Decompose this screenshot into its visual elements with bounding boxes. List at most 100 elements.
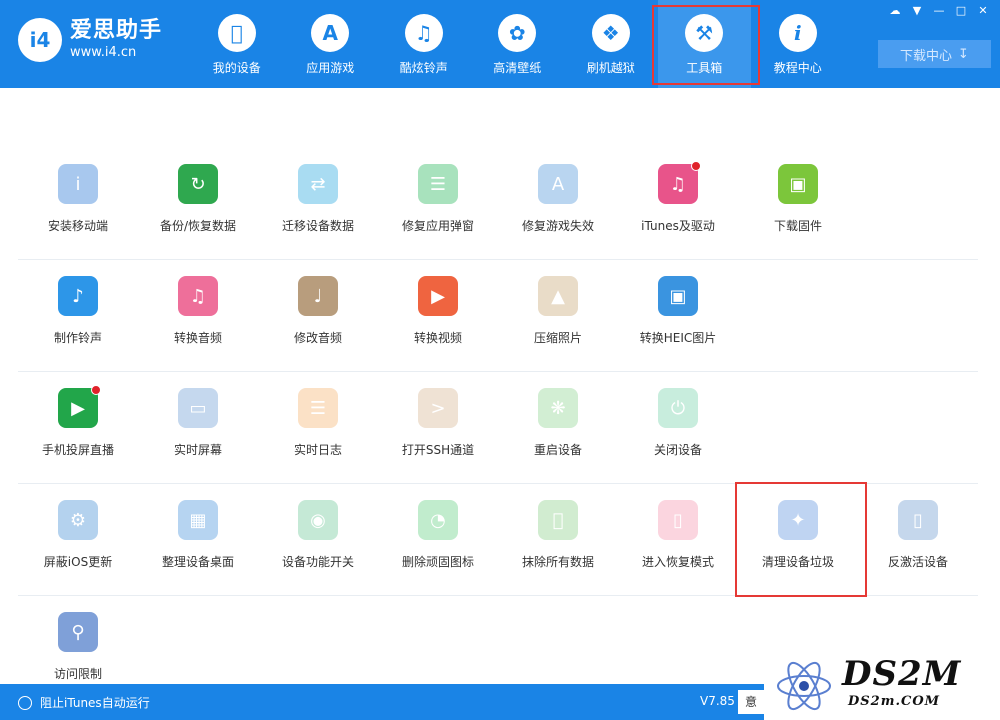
tool-label: 下载固件 [773, 219, 822, 233]
tool-label: 备份/恢复数据 [159, 219, 237, 233]
tool-label: 制作铃声 [53, 331, 102, 345]
skin-icon[interactable]: ☁ [886, 4, 904, 18]
tool-label: 屏蔽iOS更新 [43, 555, 113, 569]
block-itunes-label: 阻止iTunes自动运行 [40, 696, 150, 710]
tool-label: 删除顽固图标 [401, 555, 474, 569]
tool-label: 整理设备桌面 [161, 555, 234, 569]
cast-icon: ▶ [58, 385, 101, 428]
nav-ringtones[interactable]: ♫ 酷炫铃声 [377, 0, 471, 88]
loading-icon: ❋ [538, 388, 578, 428]
nav-label: 我的设备 [212, 61, 261, 75]
logo-mark: i4 [18, 18, 62, 62]
tool-organize-desktop[interactable]: ▦ 整理设备桌面 [138, 484, 258, 595]
tool-label: 转换HEIC图片 [639, 331, 717, 345]
toolbox-content: i 安装移动端 ↻ 备份/恢复数据 ⇄ 迁移设备数据 ☰ 修复应用弹窗 A 修复游戏失效 … [0, 88, 1000, 684]
watermark-sub: DS2m.COM [848, 694, 941, 709]
tool-label: 设备功能开关 [281, 555, 354, 569]
radio-icon [18, 695, 32, 710]
tool-label: iTunes及驱动 [641, 219, 715, 233]
phone-icon: ▯ [658, 500, 698, 540]
new-badge [691, 161, 701, 171]
version-label: V7.85 [700, 694, 735, 708]
tablet-icon: ▯ [898, 500, 938, 540]
tool-screen-cast[interactable]: ▶ 手机投屏直播 [18, 372, 138, 483]
tool-convert-heic[interactable]: ▣ 转换HEIC图片 [618, 260, 738, 371]
app-url: www.i4.cn [70, 45, 137, 60]
tool-convert-audio[interactable]: ♫ 转换音频 [138, 260, 258, 371]
download-center-button[interactable]: 下载中心 ↧ [878, 40, 991, 68]
tool-label: 修改音频 [293, 331, 342, 345]
migrate-icon: ⇄ [298, 164, 338, 204]
maximize-icon[interactable]: □ [952, 4, 970, 18]
nav-label: 应用游戏 [306, 61, 355, 75]
atom-logo-icon [777, 661, 831, 711]
tool-feature-toggle[interactable]: ◉ 设备功能开关 [258, 484, 378, 595]
tool-label: 清理设备垃圾 [761, 555, 834, 569]
nav-wallpapers[interactable]: ✿ 高清壁纸 [471, 0, 565, 88]
app-logo: i4 爱思助手 www.i4.cn [18, 18, 162, 62]
tool-live-screen[interactable]: ▭ 实时屏幕 [138, 372, 258, 483]
tool-live-log[interactable]: ☰ 实时日志 [258, 372, 378, 483]
tool-edit-audio[interactable]: ♩ 修改音频 [258, 260, 378, 371]
nav-label: 教程中心 [773, 61, 822, 75]
tool-row-2: ♪ 制作铃声 ♫ 转换音频 ♩ 修改音频 ▶ 转换视频 ▲ 压缩照片 ▣ 转换HEIC图片 [18, 260, 978, 372]
tool-convert-video[interactable]: ▶ 转换视频 [378, 260, 498, 371]
apple-id-icon: ☰ [418, 164, 458, 204]
image-icon: ▣ [658, 276, 698, 316]
tool-erase-all-data[interactable]:  抹除所有数据 [498, 484, 618, 595]
nav-apps-games[interactable]: A 应用游戏 [284, 0, 378, 88]
nav-my-device[interactable]:  我的设备 [190, 0, 284, 88]
nav-label: 刷机越狱 [586, 61, 635, 75]
download-icon: ↧ [958, 46, 969, 62]
tool-compress-photo[interactable]: ▲ 压缩照片 [498, 260, 618, 371]
tool-label: 转换音频 [173, 331, 222, 345]
tool-row-3: ▶ 手机投屏直播 ▭ 实时屏幕 ☰ 实时日志 > 打开SSH通道 ❋ 重启设备 ⏻ 关闭设备 [18, 372, 978, 484]
app-name: 爱思助手 [70, 18, 163, 43]
tool-shutdown-device[interactable]: ⏻ 关闭设备 [618, 372, 738, 483]
tool-download-firmware[interactable]: ▣ 下载固件 [738, 148, 858, 259]
tool-label: 抹除所有数据 [521, 555, 594, 569]
tool-label: 进入恢复模式 [641, 555, 714, 569]
main-nav:  我的设备 A 应用游戏 ♫ 酷炫铃声 ✿ 高清壁纸 ❖ 刷机越狱 ⚒ 工具箱… [190, 0, 845, 88]
watermark: DS2M DS2m.COM [764, 652, 1000, 720]
tool-install-mobile[interactable]: i 安装移动端 [18, 148, 138, 259]
tool-block-ios-update[interactable]: ⚙ 屏蔽iOS更新 [18, 484, 138, 595]
minimize-icon[interactable]: — [930, 4, 948, 18]
menu-icon[interactable]: ▼ [908, 4, 926, 18]
tool-migrate-data[interactable]: ⇄ 迁移设备数据 [258, 148, 378, 259]
tool-make-ringtone[interactable]: ♪ 制作铃声 [18, 260, 138, 371]
tool-restart-device[interactable]: ❋ 重启设备 [498, 372, 618, 483]
feedback-button[interactable]: 意 [738, 690, 764, 714]
photo-icon: ▲ [538, 276, 578, 316]
nav-tutorials[interactable]: i 教程中心 [751, 0, 845, 88]
block-itunes-toggle[interactable]: 阻止iTunes自动运行 [18, 694, 150, 711]
tool-label: 转换视频 [413, 331, 462, 345]
tools-icon: ⚒ [685, 14, 724, 52]
nav-flash-jailbreak[interactable]: ❖ 刷机越狱 [564, 0, 658, 88]
terminal-icon: > [418, 388, 458, 428]
pie-icon: ◔ [418, 500, 458, 540]
tool-fix-app-popup[interactable]: ☰ 修复应用弹窗 [378, 148, 498, 259]
tool-deactivate-device[interactable]: ▯ 反激活设备 [858, 484, 978, 595]
tool-delete-icons[interactable]: ◔ 删除顽固图标 [378, 484, 498, 595]
grid-icon: ▦ [178, 500, 218, 540]
tool-backup-restore[interactable]: ↻ 备份/恢复数据 [138, 148, 258, 259]
nav-toolbox[interactable]: ⚒ 工具箱 [651, 0, 759, 88]
tool-open-ssh[interactable]: > 打开SSH通道 [378, 372, 498, 483]
tool-grid: i 安装移动端 ↻ 备份/恢复数据 ⇄ 迁移设备数据 ☰ 修复应用弹窗 A 修复游戏失效 … [18, 148, 978, 686]
tool-itunes-driver[interactable]: ♫ iTunes及驱动 [618, 148, 738, 259]
tool-recovery-mode[interactable]: ▯ 进入恢复模式 [618, 484, 738, 595]
history-icon: ↻ [178, 164, 218, 204]
tool-fix-game[interactable]: A 修复游戏失效 [498, 148, 618, 259]
tool-label: 压缩照片 [533, 331, 582, 345]
tool-label: 反激活设备 [887, 555, 948, 569]
tool-clean-junk[interactable]: ✦ 清理设备垃圾 [735, 482, 867, 597]
tool-label: 重启设备 [533, 443, 582, 457]
gear-icon: ⚙ [58, 500, 98, 540]
close-icon[interactable]: ✕ [974, 4, 992, 18]
info-icon: i [778, 14, 817, 52]
power-icon: ⏻ [658, 388, 698, 428]
tool-label: 打开SSH通道 [401, 443, 475, 457]
new-badge [91, 385, 101, 395]
cube-icon: ▣ [778, 164, 818, 204]
